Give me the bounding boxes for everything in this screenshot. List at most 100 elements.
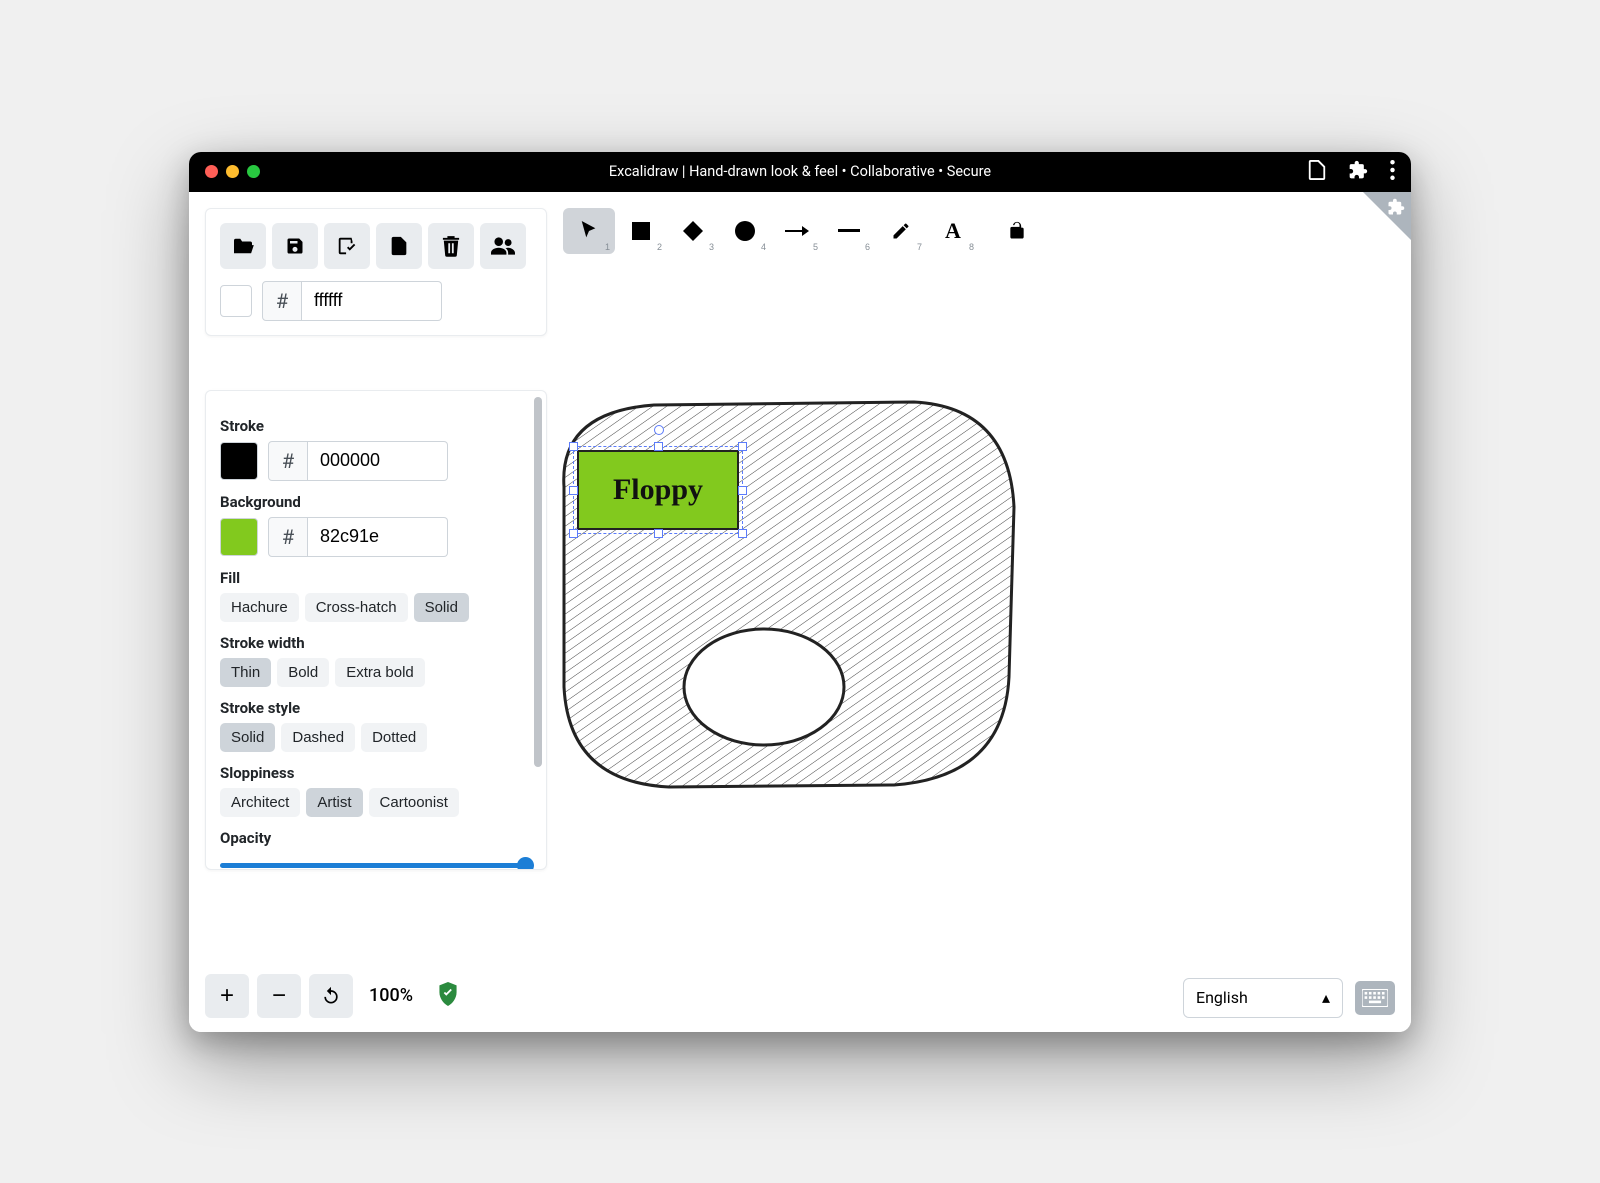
resize-handle-s[interactable] <box>654 529 663 538</box>
pencil-icon <box>891 221 911 241</box>
tool-diamond[interactable]: 3 <box>667 208 719 254</box>
minimize-window-button[interactable] <box>226 165 239 178</box>
diamond-icon <box>683 221 703 241</box>
language-value: English <box>1196 988 1248 1007</box>
resize-handle-n[interactable] <box>654 442 663 451</box>
lock-button[interactable] <box>991 208 1043 254</box>
rotate-handle[interactable] <box>654 425 664 435</box>
fill-label: Fill <box>220 569 532 587</box>
stroke-extra-bold[interactable]: Extra bold <box>335 658 425 687</box>
circle-icon <box>735 221 755 241</box>
zoom-out-button[interactable]: − <box>257 974 301 1018</box>
encryption-shield-icon[interactable] <box>437 982 459 1010</box>
fill-hachure[interactable]: Hachure <box>220 593 299 622</box>
unlock-icon <box>1007 221 1027 241</box>
open-button[interactable] <box>220 223 266 269</box>
canvas-bg-input[interactable] <box>302 281 442 321</box>
canvas-bg-swatch[interactable] <box>220 285 252 317</box>
stroke-style-dashed[interactable]: Dashed <box>281 723 355 752</box>
background-color-input[interactable] <box>308 517 448 557</box>
stroke-swatch[interactable] <box>220 442 258 480</box>
square-icon <box>632 222 650 240</box>
reset-zoom-button[interactable] <box>309 974 353 1018</box>
stroke-width-options: Thin Bold Extra bold <box>220 658 532 687</box>
app-window: Excalidraw | Hand-drawn look & feel • Co… <box>189 152 1411 1032</box>
tool-arrow[interactable]: 5 <box>771 208 823 254</box>
clear-canvas-button[interactable] <box>428 223 474 269</box>
export-button[interactable] <box>376 223 422 269</box>
stroke-thin[interactable]: Thin <box>220 658 271 687</box>
library-icon <box>1387 198 1405 216</box>
collaborate-button[interactable] <box>480 223 526 269</box>
save-as-button[interactable] <box>324 223 370 269</box>
tool-rectangle[interactable]: 2 <box>615 208 667 254</box>
hash-label: # <box>262 281 302 321</box>
resize-handle-w[interactable] <box>569 486 578 495</box>
save-as-icon <box>336 235 358 257</box>
sloppiness-architect[interactable]: Architect <box>220 788 300 817</box>
titlebar: Excalidraw | Hand-drawn look & feel • Co… <box>189 152 1411 192</box>
resize-handle-se[interactable] <box>738 529 747 538</box>
stroke-color-input[interactable] <box>308 441 448 481</box>
sloppiness-options: Architect Artist Cartoonist <box>220 788 532 817</box>
folder-open-icon <box>232 237 254 255</box>
tool-line[interactable]: 6 <box>823 208 875 254</box>
stroke-width-label: Stroke width <box>220 634 532 652</box>
stroke-style-label: Stroke style <box>220 699 532 717</box>
plus-icon: + <box>220 982 234 1010</box>
fill-cross-hatch[interactable]: Cross-hatch <box>305 593 408 622</box>
file-icon[interactable] <box>1308 160 1326 184</box>
language-controls: English ▴ <box>1183 978 1395 1018</box>
properties-panel: Stroke # Background # Fill Hachure Cros <box>205 390 547 870</box>
fill-solid[interactable]: Solid <box>414 593 469 622</box>
maximize-window-button[interactable] <box>247 165 260 178</box>
app-body: Floppy <box>189 192 1411 1032</box>
resize-handle-nw[interactable] <box>569 442 578 451</box>
reset-icon <box>321 986 341 1006</box>
export-icon <box>388 235 410 257</box>
stroke-bold[interactable]: Bold <box>277 658 329 687</box>
resize-handle-e[interactable] <box>738 486 747 495</box>
hash-label: # <box>268 441 308 481</box>
language-select[interactable]: English ▴ <box>1183 978 1343 1018</box>
opacity-slider[interactable] <box>220 855 532 870</box>
tool-text[interactable]: A 8 <box>927 208 979 254</box>
traffic-lights <box>205 165 260 178</box>
file-actions-panel: # <box>205 208 547 336</box>
more-menu-icon[interactable] <box>1390 160 1395 184</box>
properties-scrollbar[interactable] <box>534 397 542 767</box>
window-title: Excalidraw | Hand-drawn look & feel • Co… <box>189 163 1411 180</box>
keyboard-shortcuts-button[interactable] <box>1355 981 1395 1015</box>
hash-label: # <box>268 517 308 557</box>
resize-handle-ne[interactable] <box>738 442 747 451</box>
chevron-up-icon: ▴ <box>1322 988 1330 1007</box>
arrow-icon <box>785 225 809 237</box>
resize-handle-sw[interactable] <box>569 529 578 538</box>
line-icon <box>838 229 860 233</box>
selected-shape-label[interactable]: Floppy <box>577 450 739 530</box>
cursor-icon <box>581 221 597 241</box>
close-window-button[interactable] <box>205 165 218 178</box>
tools-toolbar: 1 2 3 4 5 6 7 <box>563 208 1043 254</box>
sloppiness-cartoonist[interactable]: Cartoonist <box>369 788 459 817</box>
sloppiness-label: Sloppiness <box>220 764 532 782</box>
zoom-value: 100% <box>361 985 421 1006</box>
users-icon <box>491 237 515 255</box>
drawn-shape-floppy-body <box>554 397 1024 797</box>
background-swatch[interactable] <box>220 518 258 556</box>
text-icon: A <box>945 218 961 244</box>
zoom-in-button[interactable]: + <box>205 974 249 1018</box>
stroke-style-solid[interactable]: Solid <box>220 723 275 752</box>
canvas-background-row: # <box>220 281 532 321</box>
tool-selection[interactable]: 1 <box>563 208 615 254</box>
save-icon <box>285 236 305 256</box>
tool-draw[interactable]: 7 <box>875 208 927 254</box>
sloppiness-artist[interactable]: Artist <box>306 788 362 817</box>
extension-icon[interactable] <box>1348 160 1368 184</box>
background-label: Background <box>220 493 532 511</box>
trash-icon <box>442 235 460 257</box>
stroke-label: Stroke <box>220 417 532 435</box>
stroke-style-dotted[interactable]: Dotted <box>361 723 427 752</box>
save-button[interactable] <box>272 223 318 269</box>
tool-ellipse[interactable]: 4 <box>719 208 771 254</box>
